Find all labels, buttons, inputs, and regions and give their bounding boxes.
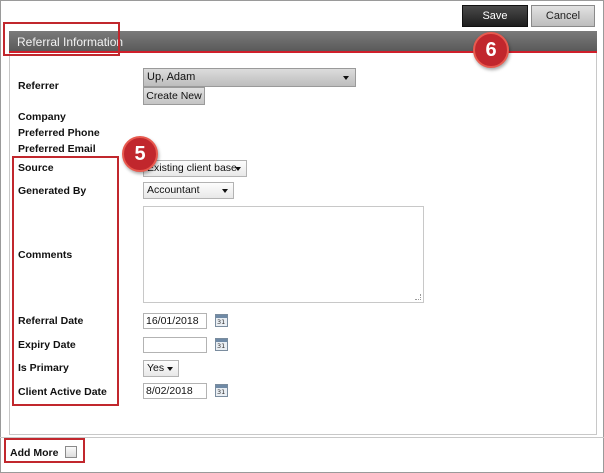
preferred-phone-label: Preferred Phone: [18, 127, 100, 139]
resize-grip-icon[interactable]: [415, 294, 421, 300]
annotation-box-fields: [12, 156, 119, 406]
annotation-box-section-title: [3, 22, 120, 56]
comments-textarea[interactable]: [143, 206, 424, 303]
is-primary-value: Yes: [147, 362, 165, 374]
annotation-box-add-more: [4, 438, 85, 463]
create-new-button[interactable]: Create New: [143, 87, 205, 105]
source-select[interactable]: Existing client base: [143, 160, 247, 177]
save-button[interactable]: Save: [462, 5, 528, 27]
chevron-down-icon: [235, 167, 241, 171]
referrer-label: Referrer: [18, 80, 59, 92]
calendar-icon[interactable]: 31: [215, 338, 228, 351]
divider: [0, 437, 604, 438]
referral-date-input[interactable]: 16/01/2018: [143, 313, 207, 329]
calendar-icon[interactable]: 31: [215, 384, 228, 397]
chevron-down-icon: [167, 367, 173, 371]
chevron-down-icon: [343, 76, 349, 80]
preferred-email-label: Preferred Email: [18, 143, 96, 155]
expiry-date-input[interactable]: [143, 337, 207, 353]
source-value: Existing client base: [147, 162, 237, 174]
generated-by-value: Accountant: [147, 184, 200, 196]
client-active-date-input[interactable]: 8/02/2018: [143, 383, 207, 399]
referrer-value: Up, Adam: [147, 71, 196, 83]
is-primary-select[interactable]: Yes: [143, 360, 179, 377]
referrer-select[interactable]: Up, Adam: [143, 68, 356, 87]
step-badge-6: 6: [473, 32, 509, 68]
chevron-down-icon: [222, 189, 228, 193]
calendar-icon[interactable]: 31: [215, 314, 228, 327]
company-label: Company: [18, 111, 66, 123]
generated-by-select[interactable]: Accountant: [143, 182, 234, 199]
step-badge-5: 5: [122, 136, 158, 172]
cancel-button[interactable]: Cancel: [531, 5, 595, 27]
